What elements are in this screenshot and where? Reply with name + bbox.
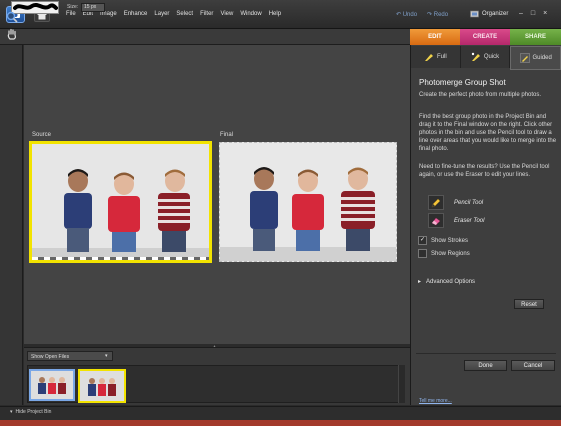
guided-edit-icon: [519, 53, 530, 63]
tab-guided-label: Guided: [532, 55, 552, 61]
hide-project-bin-toggle[interactable]: ▾ Hide Project Bin: [10, 409, 51, 415]
eraser-tool-row: Eraser Tool: [428, 213, 484, 228]
tab-guided[interactable]: Guided: [510, 46, 561, 70]
triangle-down-icon: ▾: [10, 409, 13, 415]
redo-label: Redo: [433, 12, 449, 18]
redo-button[interactable]: ↷ Redo: [427, 11, 448, 18]
tab-full[interactable]: Full: [411, 46, 461, 68]
menu-window[interactable]: Window: [240, 11, 261, 17]
cancel-button[interactable]: Cancel: [511, 360, 555, 371]
show-strokes-label: Show Strokes: [431, 237, 469, 244]
thumbnail-image: [80, 371, 124, 401]
show-strokes-checkbox[interactable]: ✓ Show Strokes: [418, 236, 468, 245]
undo-label: Undo: [402, 12, 418, 18]
organizer-button[interactable]: Organizer: [470, 10, 508, 18]
bin-thumbnail[interactable]: [29, 369, 75, 401]
menu-view[interactable]: View: [220, 11, 233, 17]
size-input[interactable]: 15 px: [81, 3, 105, 12]
options-bar: [0, 29, 410, 45]
taskbar-strip: [0, 420, 561, 426]
hand-icon: [7, 28, 17, 40]
chevron-down-icon: ▾: [105, 353, 108, 359]
undo-button[interactable]: ↶ Undo: [396, 11, 417, 18]
bin-files-dropdown[interactable]: Show Open Files: [27, 351, 113, 361]
source-kids-image: [32, 144, 209, 260]
tab-edit[interactable]: EDIT: [410, 29, 460, 45]
show-regions-checkbox[interactable]: Show Regions: [418, 249, 470, 258]
bin-scrollbar[interactable]: [398, 365, 405, 403]
hand-tool-button[interactable]: [6, 28, 18, 40]
brush-preset-picker[interactable]: [11, 1, 59, 14]
menu-filter[interactable]: Filter: [200, 11, 213, 17]
pencil-tool-button[interactable]: [428, 195, 444, 210]
panel-instructions-text: Find the best group photo in the Project…: [419, 114, 557, 152]
pencil-tool-row: Pencil Tool: [428, 195, 483, 210]
show-regions-label: Show Regions: [431, 250, 470, 257]
tab-share[interactable]: SHARE: [510, 29, 561, 45]
menu-select[interactable]: Select: [176, 11, 193, 17]
tell-me-more-link[interactable]: Tell me more...: [419, 398, 452, 404]
organizer-label: Organizer: [482, 11, 509, 17]
thumbnail-image: [31, 371, 73, 399]
tab-full-label: Full: [437, 54, 447, 60]
done-button[interactable]: Done: [464, 360, 507, 371]
source-label: Source: [32, 132, 52, 138]
status-bar: [0, 406, 561, 420]
redo-icon: ↷: [427, 12, 434, 18]
checkbox-empty-icon: [418, 249, 427, 258]
size-label: Size:: [67, 4, 79, 10]
maximize-button[interactable]: □: [531, 10, 535, 17]
panel-intro-text: Create the perfect photo from multiple p…: [419, 92, 542, 98]
undo-icon: ↶: [396, 12, 403, 18]
tab-quick-label: Quick: [483, 54, 500, 60]
pencil-icon: [431, 198, 441, 207]
triangle-right-icon: ▸: [418, 279, 422, 285]
close-button[interactable]: ×: [543, 10, 547, 17]
eraser-tool-button[interactable]: [428, 213, 444, 228]
zoom-icon: [6, 11, 18, 23]
reset-button[interactable]: Reset: [514, 299, 544, 309]
panel-divider: [416, 353, 556, 354]
final-label: Final: [220, 132, 234, 138]
check-icon: ✓: [418, 236, 427, 245]
minimize-button[interactable]: –: [519, 10, 523, 17]
hide-project-bin-label: Hide Project Bin: [15, 409, 52, 415]
undo-redo-group: ↶ Undo ↷ Redo: [396, 11, 448, 18]
panel-finetune-text: Need to fine-tune the results? Use the P…: [419, 164, 550, 178]
tab-create[interactable]: CREATE: [460, 29, 510, 45]
organizer-icon: [470, 10, 479, 18]
eraser-icon: [431, 217, 441, 225]
eraser-tool-label: Eraser Tool: [454, 217, 485, 224]
final-photo[interactable]: [219, 142, 397, 262]
menu-enhance[interactable]: Enhance: [124, 11, 148, 17]
zoom-tool-button[interactable]: [6, 11, 18, 23]
toolbox: [0, 45, 23, 405]
source-selection-dash: [32, 257, 209, 260]
menu-layer[interactable]: Layer: [154, 11, 169, 17]
panel-title: Photomerge Group Shot: [419, 78, 506, 87]
menu-help[interactable]: Help: [269, 11, 281, 17]
advanced-options-toggle[interactable]: ▸ Advanced Options: [418, 278, 476, 286]
quick-fix-icon: [471, 52, 480, 61]
edit-mode-tabs: Full Quick Guided: [411, 46, 561, 70]
final-kids-image: [220, 143, 396, 261]
pencil-tool-label: Pencil Tool: [454, 199, 484, 206]
brush-stroke-icon: [13, 3, 58, 10]
bin-thumbnail-selected[interactable]: [78, 369, 126, 403]
tab-quick[interactable]: Quick: [460, 46, 511, 68]
source-photo[interactable]: [29, 141, 212, 263]
menu-file[interactable]: File: [66, 11, 76, 17]
full-edit-icon: [425, 54, 433, 61]
advanced-options-label: Advanced Options: [426, 278, 476, 285]
window-controls: – □ ×: [519, 10, 547, 17]
